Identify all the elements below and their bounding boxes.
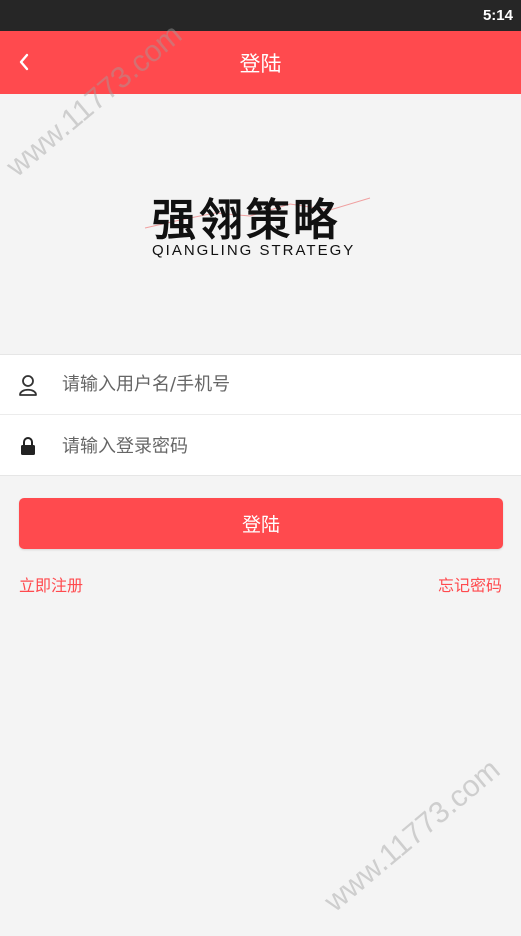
password-input[interactable] [62,426,482,466]
login-button[interactable]: 登陆 [19,498,503,549]
forgot-password-link[interactable]: 忘记密码 [438,572,502,596]
status-time: 5:14 [482,7,513,24]
lock-icon [18,435,38,457]
logo-english-text: QIANGLING STRATEGY [152,242,356,259]
login-form [0,354,521,476]
username-input[interactable] [62,364,482,405]
status-bar: 5:14 [0,0,521,31]
logo-chinese-text: 强翎策略 [152,195,340,246]
user-icon [18,374,38,396]
register-link[interactable]: 立即注册 [19,572,83,596]
watermark-bottom: www.11773.com [318,752,507,919]
page-title: 登陆 [239,52,282,76]
app-logo: 强翎策略 QIANGLING STRATEGY [140,180,380,270]
password-row [0,416,521,476]
nav-bar: 登陆 [0,31,521,94]
username-row [0,355,521,415]
